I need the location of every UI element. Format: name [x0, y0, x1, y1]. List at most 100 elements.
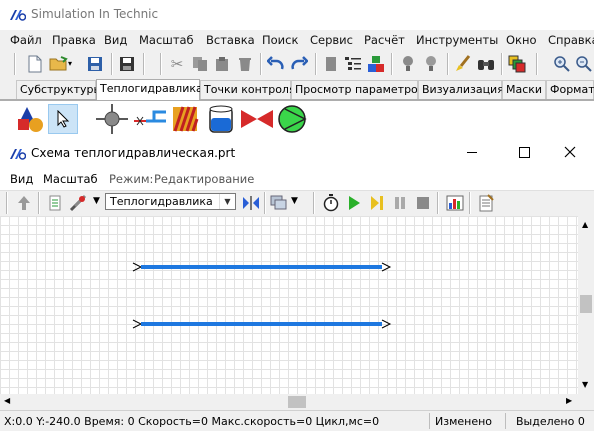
toolbar-grip — [6, 192, 8, 214]
save-all-icon[interactable] — [116, 53, 138, 75]
cut-icon[interactable]: ✂ — [166, 53, 188, 75]
open-folder-icon[interactable] — [48, 53, 70, 75]
toolbar-sep — [111, 53, 113, 75]
undo-icon[interactable] — [265, 53, 287, 75]
up-arrow-icon[interactable] — [13, 192, 35, 214]
heat-wall-icon[interactable] — [170, 104, 200, 134]
child-menu-scale[interactable]: Масштаб — [43, 172, 98, 186]
toolbar-sep — [447, 53, 449, 75]
status-divider — [429, 413, 430, 429]
mode-label: Режим: — [109, 172, 154, 186]
tab-control-points[interactable]: Точки контроля — [200, 80, 296, 99]
page-icon[interactable] — [44, 192, 66, 214]
menu-edit[interactable]: Правка — [52, 33, 96, 47]
tab-substructures[interactable]: Субструктуры — [16, 80, 102, 99]
menu-service[interactable]: Сервис — [310, 33, 353, 47]
chevron-down-icon[interactable]: ▼ — [219, 194, 235, 209]
shapes-icon[interactable] — [16, 104, 46, 134]
app-titlebar: Simulation In Technic — [0, 0, 594, 30]
redo-icon[interactable] — [288, 53, 310, 75]
zoom-in-icon[interactable] — [551, 53, 573, 75]
brush-icon[interactable] — [452, 53, 474, 75]
menu-tools[interactable]: Инструменты — [416, 33, 498, 47]
pause-icon[interactable] — [389, 192, 411, 214]
toolbar-sep — [469, 192, 471, 214]
scroll-left-icon[interactable]: ◀ — [4, 396, 10, 405]
connect-icon[interactable] — [240, 192, 262, 214]
close-icon[interactable] — [564, 146, 576, 158]
tab-thermohydraulics[interactable]: Теплогидравлика — [96, 79, 203, 100]
tab-visualization[interactable]: Визуализация — [418, 80, 504, 99]
pipe-1[interactable] — [132, 262, 392, 272]
tab-parameter-view[interactable]: Просмотр параметров — [291, 80, 424, 99]
copy-icon[interactable] — [189, 53, 211, 75]
scroll-right-icon[interactable]: ▶ — [566, 396, 572, 405]
paste-icon[interactable] — [211, 53, 233, 75]
new-file-icon[interactable] — [24, 53, 46, 75]
components-icon[interactable] — [365, 53, 387, 75]
valve-icon[interactable] — [240, 104, 274, 134]
junction-icon[interactable] — [96, 104, 128, 134]
chart-icon[interactable] — [444, 192, 466, 214]
menu-calc[interactable]: Расчёт — [364, 33, 405, 47]
report-icon[interactable] — [475, 192, 497, 214]
tab-format[interactable]: Формат — [546, 80, 594, 99]
delete-icon[interactable] — [234, 53, 256, 75]
menu-help[interactable]: Справка — [548, 33, 594, 47]
menu-window[interactable]: Окно — [506, 33, 537, 47]
copy-doc-icon[interactable] — [320, 53, 342, 75]
save-icon[interactable] — [84, 53, 106, 75]
pointer-icon[interactable] — [48, 104, 78, 134]
pipe-2[interactable] — [132, 319, 392, 329]
child-titlebar: Схема теплогидравлическая.prt — [0, 138, 594, 168]
status-coords: X:0.0 Y:-240.0 Время: 0 Скорость=0 Макс.… — [4, 415, 380, 428]
binoculars-icon[interactable] — [475, 53, 497, 75]
scroll-down-icon[interactable]: ▼ — [582, 380, 588, 389]
open-dropdown-icon[interactable]: ▾ — [68, 59, 72, 68]
bulb-dim-icon[interactable] — [420, 53, 442, 75]
doc-logo-icon — [10, 149, 26, 160]
stopwatch-icon[interactable] — [320, 192, 342, 214]
toolbar-grip — [14, 53, 16, 75]
scroll-corner — [578, 394, 594, 410]
stop-icon[interactable] — [412, 192, 434, 214]
step-icon[interactable] — [366, 192, 388, 214]
child-menubar: Вид Масштаб Режим: Редактирование — [0, 168, 594, 190]
tools-icon[interactable] — [67, 192, 89, 214]
dropdown-icon[interactable]: ▼ — [93, 196, 100, 206]
menu-search[interactable]: Поиск — [262, 33, 298, 47]
status-divider — [505, 413, 506, 429]
menu-insert[interactable]: Вставка — [206, 33, 255, 47]
vertical-scroll-thumb[interactable] — [580, 295, 592, 313]
menu-view[interactable]: Вид — [104, 33, 127, 47]
minimize-icon[interactable] — [467, 152, 477, 153]
menu-scale[interactable]: Масштаб — [139, 33, 194, 47]
toolbar-sep — [313, 192, 315, 214]
vertical-scrollbar[interactable]: ▲ ▼ — [578, 216, 594, 394]
tank-icon[interactable] — [206, 104, 236, 134]
menu-file[interactable]: Файл — [10, 33, 42, 47]
toolbar-sep — [38, 192, 40, 214]
palette-tabs: Субструктуры Теплогидравлика Точки контр… — [0, 79, 594, 100]
maximize-icon[interactable] — [519, 147, 530, 158]
component-palette — [0, 100, 594, 139]
scroll-up-icon[interactable]: ▲ — [582, 220, 588, 229]
child-menu-view[interactable]: Вид — [10, 172, 33, 186]
properties-icon[interactable] — [342, 53, 364, 75]
pump-icon[interactable] — [276, 104, 310, 134]
schema-canvas[interactable] — [0, 216, 578, 394]
layers-dropdown-icon[interactable]: ▼ — [291, 196, 298, 206]
pipe-break-icon[interactable] — [132, 104, 168, 134]
layers-icon[interactable] — [268, 192, 290, 214]
status-modified: Изменено — [435, 415, 493, 428]
windows-icon[interactable] — [506, 53, 528, 75]
play-icon[interactable] — [343, 192, 365, 214]
toolbar-sep — [391, 53, 393, 75]
horizontal-scrollbar[interactable]: ◀ ▶ — [0, 394, 578, 410]
layer-select[interactable]: Теплогидравлика ▼ — [105, 193, 236, 210]
zoom-out-icon[interactable] — [573, 53, 594, 75]
horizontal-scroll-thumb[interactable] — [288, 396, 306, 408]
tab-masks[interactable]: Маски — [502, 80, 546, 99]
bulb-off-icon[interactable] — [397, 53, 419, 75]
toolbar-sep — [264, 192, 266, 214]
